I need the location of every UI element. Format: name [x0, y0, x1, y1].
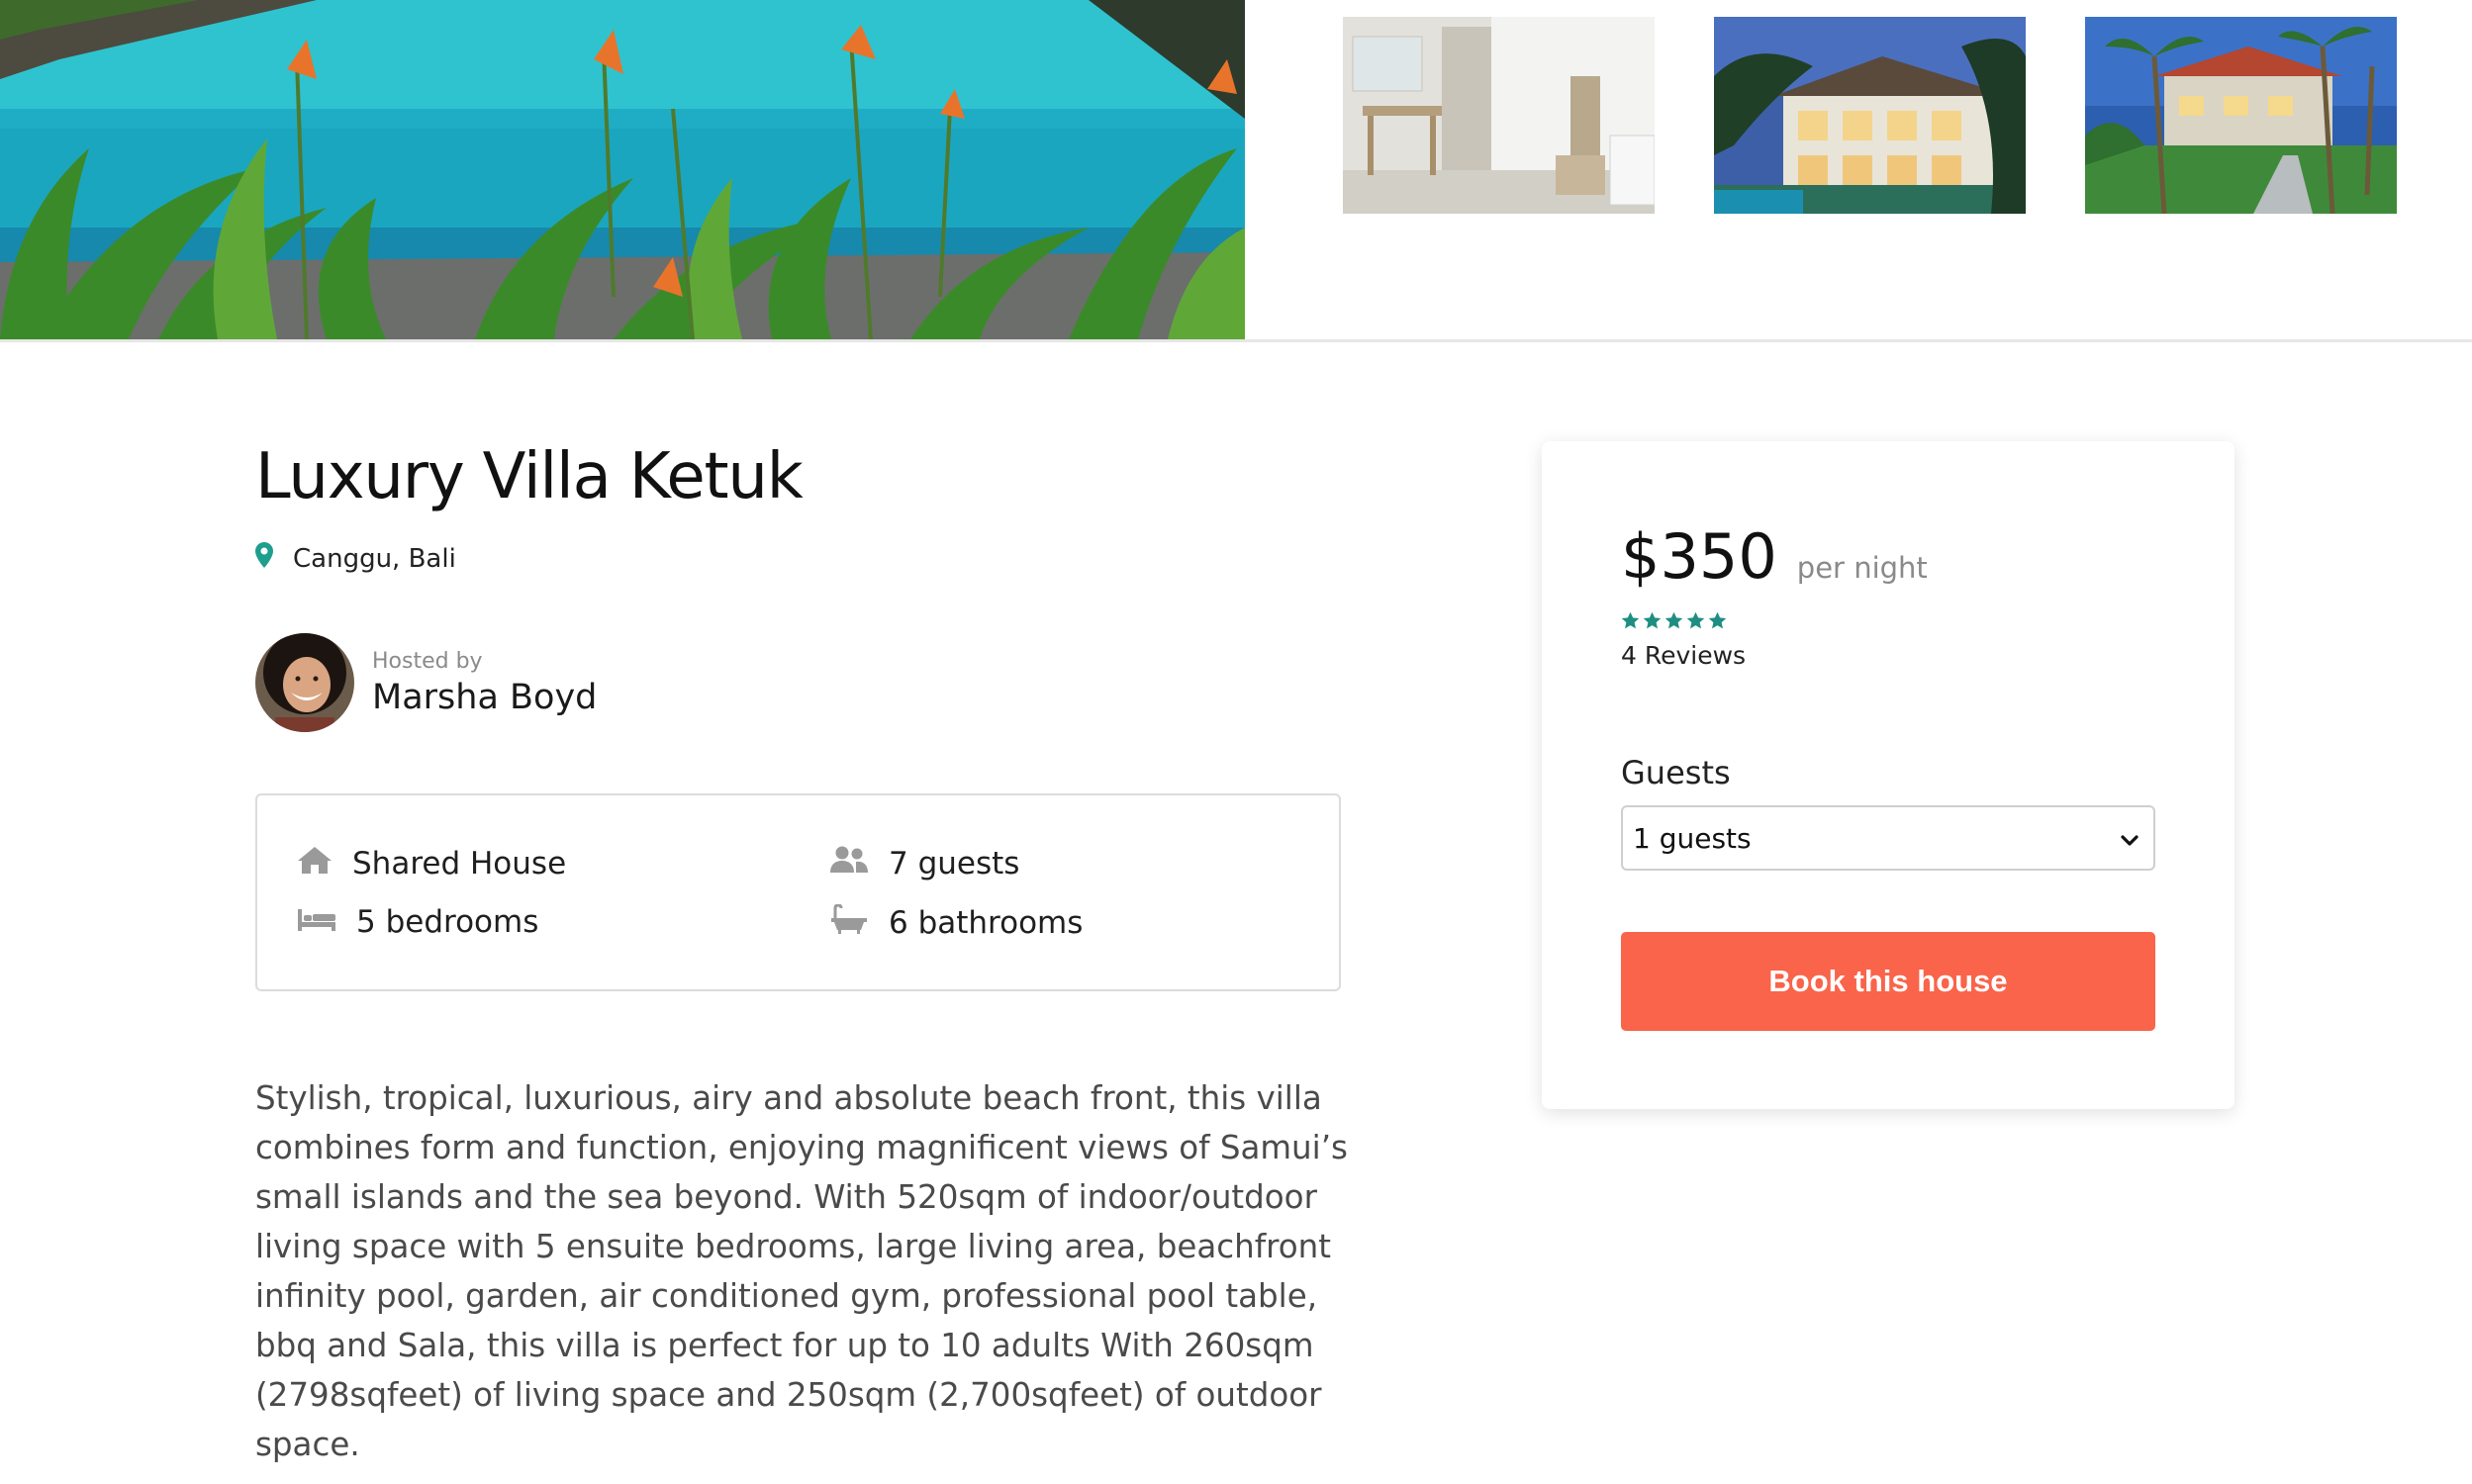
star-icon [1686, 611, 1705, 629]
host-info: Hosted by Marsha Boyd [255, 633, 597, 732]
guests-select-value: 1 guests [1633, 821, 1752, 855]
map-pin-icon [255, 542, 293, 575]
per-night-label: per night [1796, 551, 1928, 585]
features-panel: Shared House 7 guests 5 bedrooms 6 bathr… [255, 793, 1341, 991]
hero-photo-pool[interactable] [0, 0, 1245, 339]
price-row: $350 per night [1621, 520, 1928, 593]
photo-thumb-garden-path[interactable] [2085, 17, 2397, 214]
photo-thumb-bedroom[interactable] [1343, 17, 1655, 214]
star-icon [1643, 611, 1662, 629]
feature-label: 6 bathrooms [889, 905, 1084, 941]
host-name[interactable]: Marsha Boyd [372, 678, 597, 717]
bathtub-icon [829, 903, 889, 942]
booking-card: $350 per night 4 Reviews Guests 1 guests… [1542, 441, 2234, 1109]
feature-bathrooms: 6 bathrooms [829, 903, 1084, 942]
feature-label: 7 guests [889, 846, 1020, 881]
star-icon [1621, 611, 1640, 629]
bed-icon [297, 904, 356, 940]
feature-label: Shared House [352, 846, 567, 881]
host-avatar[interactable] [255, 633, 354, 732]
chevron-down-icon [2120, 822, 2139, 855]
star-icon [1664, 611, 1683, 629]
photo-gallery [0, 0, 2472, 342]
reviews-link[interactable]: 4 Reviews [1621, 641, 1746, 670]
listing-title: Luxury Villa Ketuk [255, 440, 804, 513]
star-icon [1708, 611, 1727, 629]
location-text: Canggu, Bali [293, 543, 456, 574]
feature-bedrooms: 5 bedrooms [297, 904, 538, 940]
feature-guests: 7 guests [829, 845, 1019, 882]
feature-property-type: Shared House [297, 845, 566, 882]
book-house-button[interactable]: Book this house [1621, 932, 2155, 1031]
price: $350 [1621, 520, 1777, 593]
listing-description: Stylish, tropical, luxurious, airy and a… [255, 1079, 1348, 1463]
location: Canggu, Bali [255, 542, 456, 575]
photo-thumb-villa-exterior[interactable] [1714, 17, 2026, 214]
guests-icon [829, 845, 889, 882]
star-rating [1621, 611, 1727, 630]
house-icon [297, 845, 352, 882]
guests-label: Guests [1621, 754, 1731, 791]
hosted-by-label: Hosted by [372, 648, 483, 674]
feature-label: 5 bedrooms [356, 904, 539, 940]
guests-select[interactable]: 1 guests [1621, 805, 2155, 871]
